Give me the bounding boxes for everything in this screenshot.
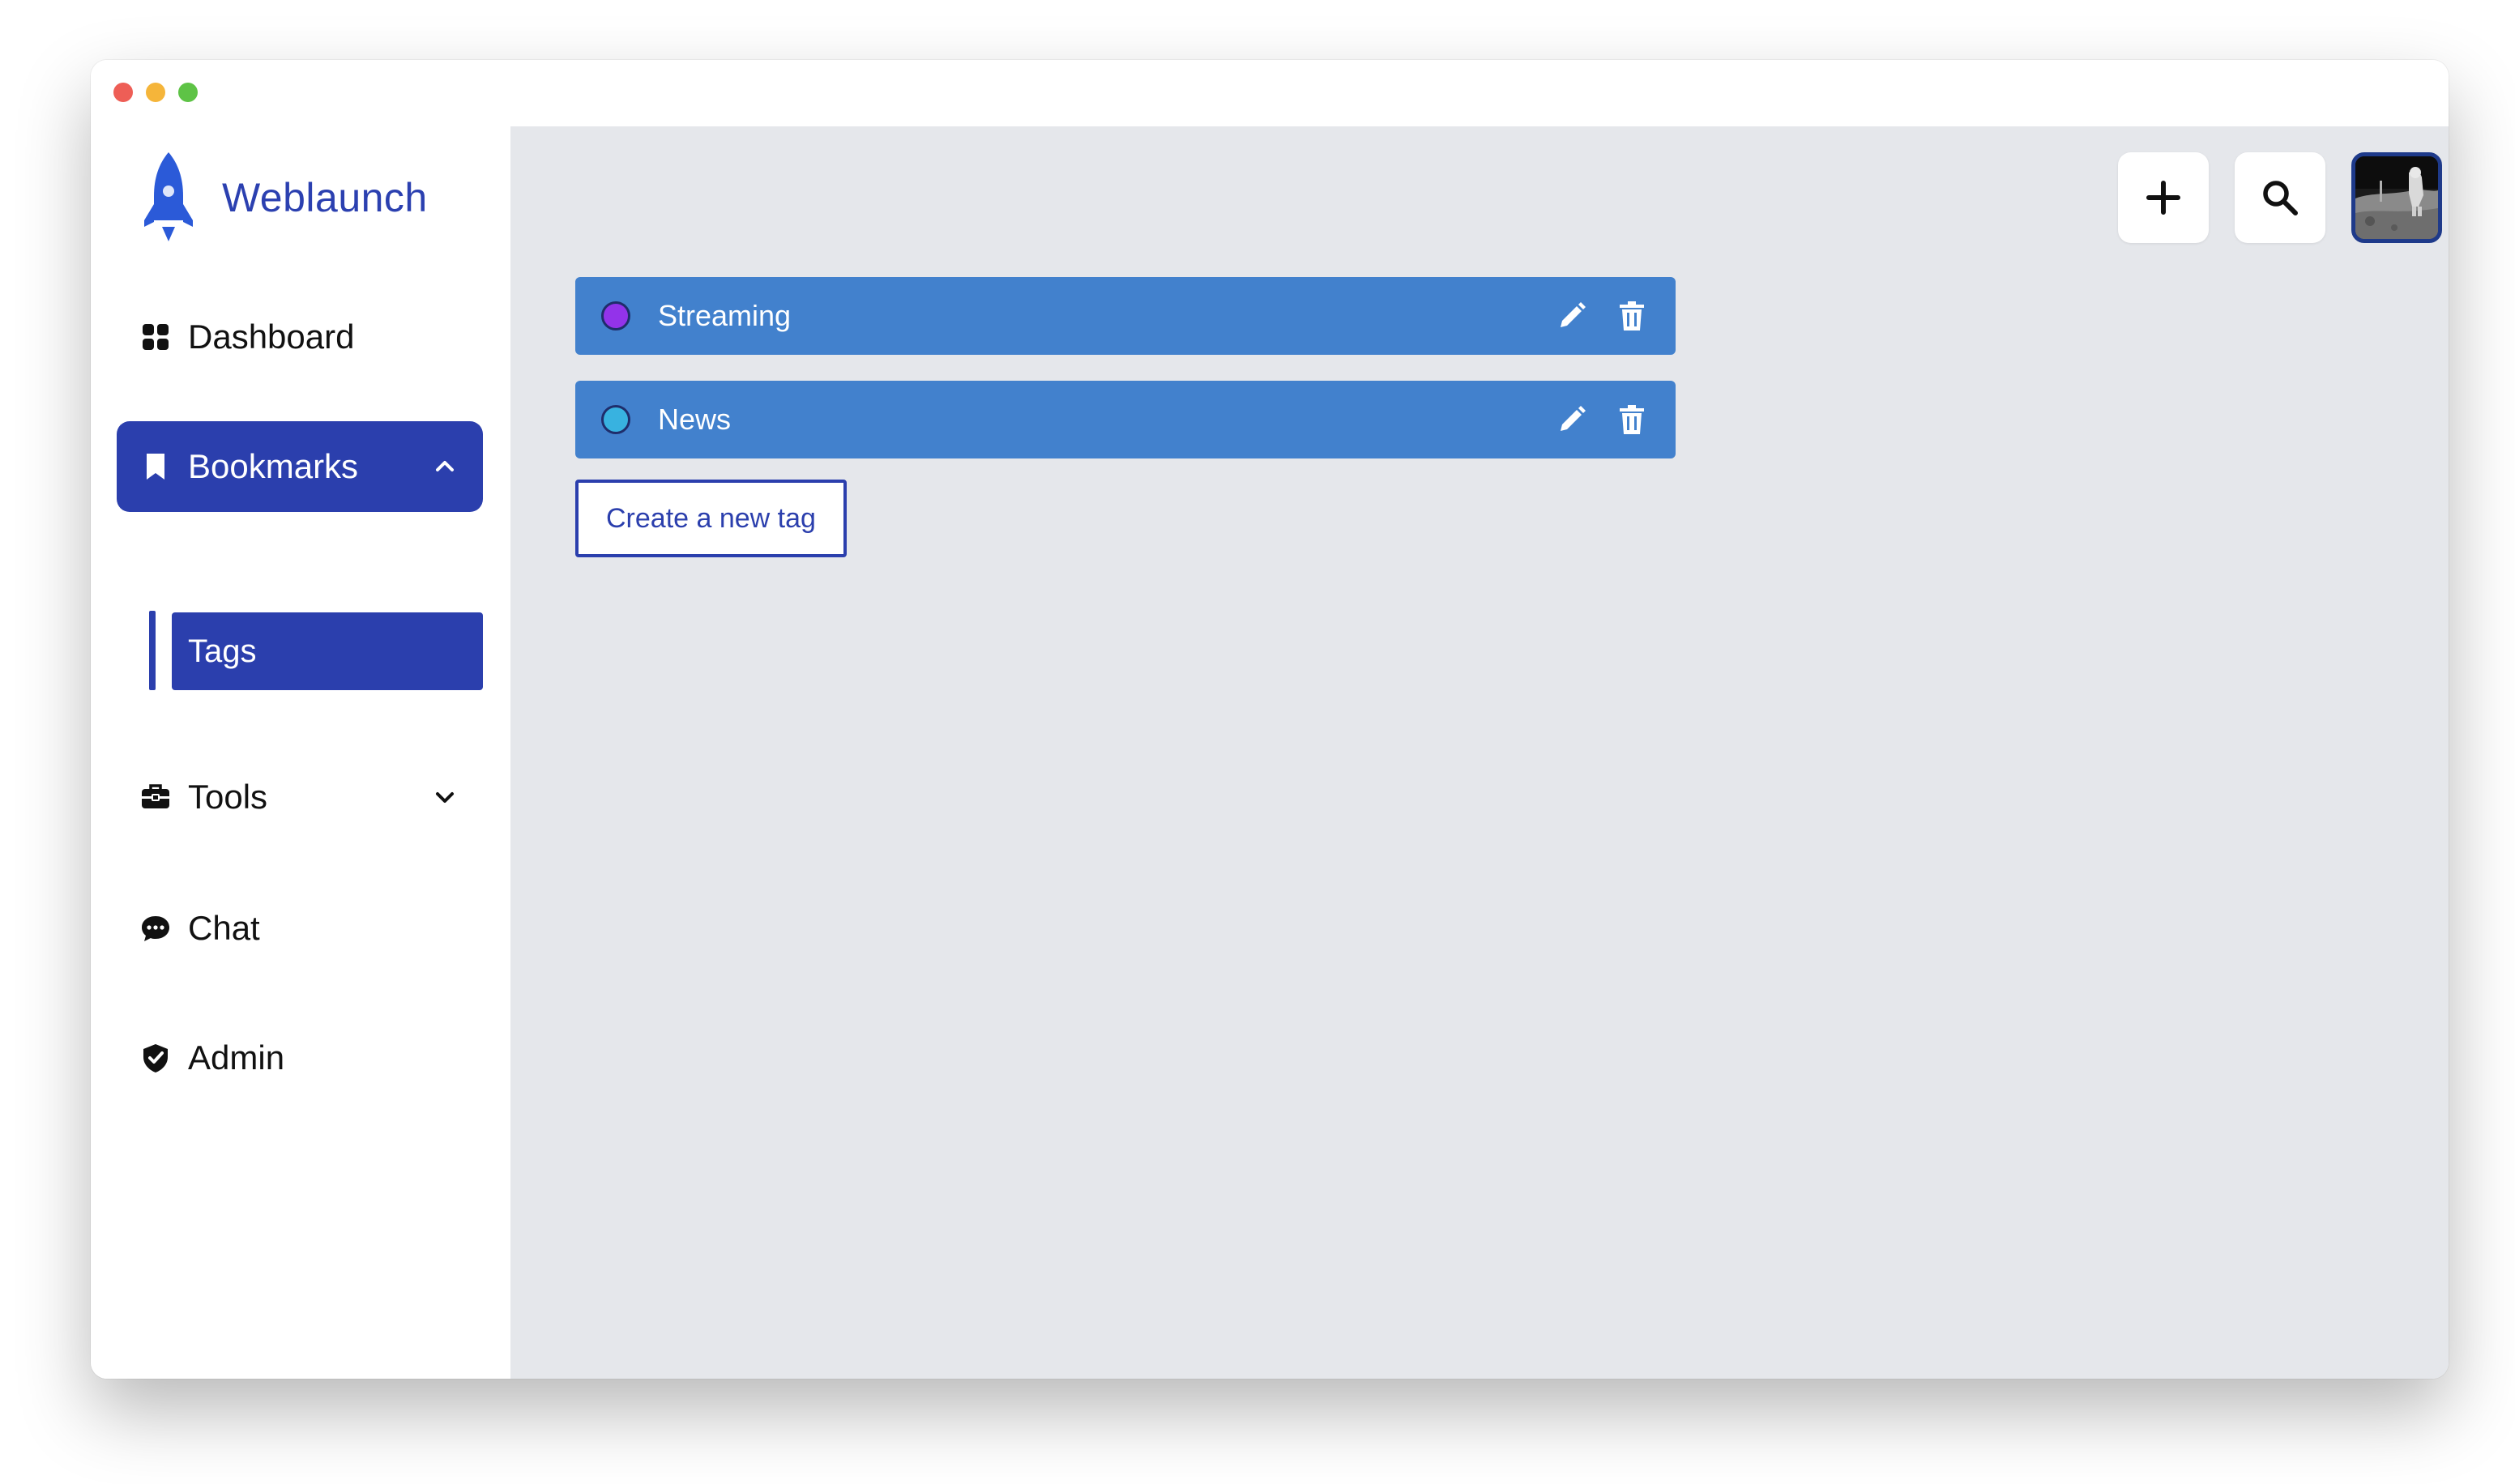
close-window-button[interactable]	[113, 83, 133, 102]
tag-row[interactable]: News	[575, 381, 1676, 458]
sidebar-item-label: Tools	[188, 778, 268, 816]
chevron-up-icon[interactable]	[433, 454, 457, 479]
brand-name: Weblaunch	[222, 175, 428, 220]
pencil-icon[interactable]	[1556, 300, 1588, 332]
sidebar-item-bookmarks[interactable]: Bookmarks	[117, 421, 483, 512]
toolbox-icon	[139, 781, 172, 813]
trash-icon[interactable]	[1616, 403, 1648, 436]
title-bar	[91, 60, 2449, 126]
sidebar-item-admin[interactable]: Admin	[117, 1013, 483, 1103]
subnav-indicator	[149, 611, 156, 690]
tag-name: News	[658, 403, 732, 436]
sidebar-item-dashboard[interactable]: Dashboard	[117, 292, 483, 382]
search-icon	[2263, 181, 2298, 215]
chat-bubble-icon	[139, 912, 172, 945]
tag-actions	[1556, 381, 1648, 458]
search-button[interactable]	[2235, 152, 2325, 243]
add-button[interactable]	[2118, 152, 2209, 243]
plus-icon	[2146, 181, 2180, 215]
minimize-window-button[interactable]	[146, 83, 165, 102]
tag-row[interactable]: Streaming	[575, 277, 1676, 355]
tag-color-dot	[601, 405, 630, 434]
trash-icon[interactable]	[1616, 300, 1648, 332]
bookmark-icon	[139, 450, 172, 483]
tag-actions	[1556, 277, 1648, 355]
main-content: Streaming News Create a new tag	[510, 126, 2449, 1379]
tag-name: Streaming	[658, 299, 792, 332]
create-tag-button[interactable]: Create a new tag	[575, 480, 847, 557]
sidebar-item-label: Bookmarks	[188, 447, 359, 485]
sidebar-item-label: Chat	[188, 909, 260, 947]
sidebar-item-chat[interactable]: Chat	[117, 883, 483, 974]
grid-icon	[139, 321, 172, 353]
pencil-icon[interactable]	[1556, 403, 1588, 436]
sidebar-item-tools[interactable]: Tools	[117, 752, 483, 842]
avatar-image	[2355, 156, 2438, 239]
shield-check-icon	[139, 1042, 172, 1074]
sidebar-item-label: Dashboard	[188, 318, 355, 356]
sidebar: Weblaunch Dashboard Bookmarks Tags Tools	[91, 126, 510, 1379]
user-avatar[interactable]	[2351, 152, 2442, 243]
brand-logo[interactable]: Weblaunch	[143, 151, 428, 245]
app-window: Weblaunch Dashboard Bookmarks Tags Tools	[91, 60, 2449, 1379]
chevron-down-icon[interactable]	[433, 785, 457, 809]
tag-color-dot	[601, 301, 630, 330]
maximize-window-button[interactable]	[178, 83, 198, 102]
sidebar-subitem-tags[interactable]: Tags	[172, 612, 483, 690]
rocket-icon	[144, 152, 193, 241]
sidebar-item-label: Admin	[188, 1038, 285, 1077]
